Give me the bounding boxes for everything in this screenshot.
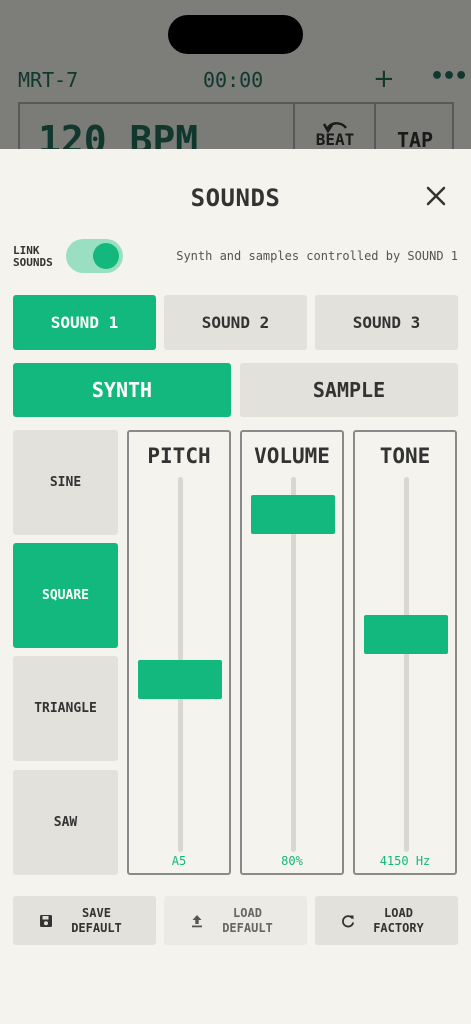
tone-track[interactable] (404, 477, 409, 852)
waveform-saw-button[interactable]: SAW (13, 770, 118, 875)
load-default-line2: DEFAULT (222, 920, 273, 935)
pitch-thumb[interactable] (138, 660, 222, 699)
load-default-button[interactable]: LOAD DEFAULT (164, 896, 307, 945)
tone-slider: TONE 4150 Hz (353, 430, 457, 875)
waveform-sine-button[interactable]: SINE (13, 430, 118, 535)
save-default-line2: DEFAULT (71, 920, 122, 935)
volume-thumb[interactable] (251, 495, 335, 534)
sheet-title: SOUNDS (190, 184, 281, 212)
link-sounds-toggle[interactable] (66, 239, 123, 273)
tab-sound-2[interactable]: SOUND 2 (164, 295, 307, 350)
pitch-value: A5 (171, 854, 187, 868)
upload-icon (191, 914, 202, 927)
tab-sound-1[interactable]: SOUND 1 (13, 295, 156, 350)
toggle-knob (93, 243, 119, 269)
waveform-triangle-button[interactable]: TRIANGLE (13, 656, 118, 761)
tone-title: TONE (379, 444, 431, 468)
tab-sound-3[interactable]: SOUND 3 (315, 295, 458, 350)
pitch-slider: PITCH A5 (127, 430, 231, 875)
save-icon (39, 914, 52, 927)
load-default-label: LOAD DEFAULT (213, 906, 283, 936)
load-factory-label: LOAD FACTORY (364, 906, 434, 936)
save-default-button[interactable]: SAVE DEFAULT (13, 896, 156, 945)
tone-value: 4150 Hz (379, 854, 431, 868)
volume-title: VOLUME (254, 444, 330, 468)
volume-slider: VOLUME 80% (240, 430, 344, 875)
close-button[interactable] (423, 183, 449, 209)
load-factory-line2: FACTORY (373, 920, 424, 935)
tab-sample[interactable]: SAMPLE (240, 363, 458, 417)
modal-backdrop[interactable] (0, 0, 471, 150)
waveform-square-button[interactable]: SQUARE (13, 543, 118, 648)
refresh-icon (341, 914, 354, 927)
tone-thumb[interactable] (364, 615, 448, 654)
load-factory-line1: LOAD (384, 905, 413, 920)
save-default-label: SAVE DEFAULT (62, 906, 132, 936)
close-icon (426, 186, 446, 206)
pitch-title: PITCH (147, 444, 211, 468)
link-label-line2: SOUNDS (13, 256, 53, 269)
volume-value: 80% (281, 854, 303, 868)
tab-synth[interactable]: SYNTH (13, 363, 231, 417)
load-default-line1: LOAD (233, 905, 262, 920)
link-info-text: Synth and samples controlled by SOUND 1 (176, 249, 458, 263)
save-default-line1: SAVE (82, 905, 111, 920)
load-factory-button[interactable]: LOAD FACTORY (315, 896, 458, 945)
link-sounds-label: LINK SOUNDS (13, 245, 53, 269)
